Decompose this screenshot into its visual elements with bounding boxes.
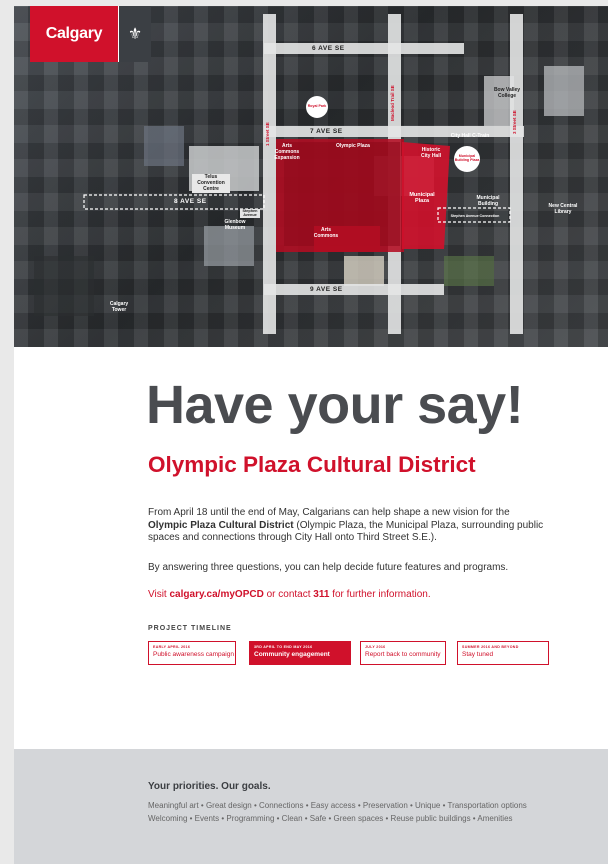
intro-p1-bold: Olympic Plaza Cultural District xyxy=(148,519,294,531)
footer: Your priorities. Our goals. Meaningful a… xyxy=(14,749,608,864)
label-ctrain: City Hall C-Train xyxy=(450,133,490,139)
street-1-st: 1 Street SE xyxy=(265,122,270,146)
street-7-ave: 7 AVE SE xyxy=(310,128,343,135)
phone-311: 311 xyxy=(313,589,330,600)
intro-p3: Visit calgary.ca/myOPCD or contact 311 f… xyxy=(148,589,548,602)
intro-p2: By answering three questions, you can he… xyxy=(148,562,509,573)
intro-p3-a: Visit xyxy=(148,589,167,600)
brand-name: Calgary xyxy=(45,25,103,42)
street-6-ave: 6 AVE SE xyxy=(312,45,345,52)
city-crest-icon: ⚜ xyxy=(118,6,151,62)
poster: Calgary ⚜ 6 AVE SE 7 AVE SE 8 AVE SE 9 A… xyxy=(14,6,608,864)
headline: Have your say! xyxy=(146,375,524,435)
bubble-municipal-plaza: Municipal Building Plaza xyxy=(454,146,480,172)
label-library: New Central Library xyxy=(548,203,578,215)
website-link[interactable]: calgary.ca/myOPCD xyxy=(170,589,264,600)
timeline-date: SUMMER 2016 AND BEYOND xyxy=(462,645,519,649)
calgary-logo: Calgary xyxy=(30,6,118,62)
timeline-label: Community engagement xyxy=(254,651,330,658)
label-arts-commons-expansion: Arts Commons Expansion xyxy=(274,143,300,161)
street-3-st: 3 Street SE xyxy=(512,110,517,134)
label-bow-valley: Bow Valley College xyxy=(493,87,521,99)
label-historic-city-hall: Historic City Hall xyxy=(420,147,441,159)
timeline-date: 3RD APRIL TO END MAY 2016 xyxy=(254,645,313,649)
timeline-date: EARLY APRIL 2016 xyxy=(153,645,191,649)
label-arts-commons: Arts Commons xyxy=(313,227,339,239)
street-macleod: Macleod Trail SE xyxy=(390,85,395,121)
timeline-label: Public awareness campaign xyxy=(153,651,234,658)
label-municipal-plaza: Municipal Plaza xyxy=(409,192,435,205)
street-8-ave: 8 AVE SE xyxy=(174,198,207,205)
label-glenbow: Glenbow Museum xyxy=(224,219,246,231)
timeline-date: JULY 2016 xyxy=(365,645,386,649)
intro-p1: From April 18 until the end of May, Calg… xyxy=(148,507,510,518)
bubble-royal-park: Royal Park xyxy=(306,96,328,118)
timeline-title: PROJECT TIMELINE xyxy=(148,625,232,632)
label-telus: Telus Convention Centre xyxy=(192,174,230,194)
footer-priorities: Meaningful art • Great design • Connecti… xyxy=(148,801,527,823)
label-stephen-ave-conn: Stephen Avenue Connection xyxy=(450,214,500,218)
aerial-map: Calgary ⚜ 6 AVE SE 7 AVE SE 8 AVE SE 9 A… xyxy=(14,6,608,347)
timeline-label: Stay tuned xyxy=(462,651,494,658)
intro-p3-b: or contact xyxy=(266,589,311,600)
timeline-step: SUMMER 2016 AND BEYOND Stay tuned xyxy=(457,641,549,665)
label-municipal-building: Municipal Building xyxy=(476,195,500,207)
street-9-ave: 9 AVE SE xyxy=(310,286,343,293)
label-stephen-ave: Stephen Avenue xyxy=(240,209,260,218)
label-calgary-tower: Calgary Tower xyxy=(109,301,129,313)
footer-heading: Your priorities. Our goals. xyxy=(148,781,271,792)
timeline-step: EARLY APRIL 2016 Public awareness campai… xyxy=(148,641,236,665)
timeline-label: Report back to community xyxy=(365,651,441,658)
intro-p3-c: for further information. xyxy=(332,589,431,600)
label-olympic-plaza: Olympic Plaza xyxy=(336,143,370,149)
timeline-step-active: 3RD APRIL TO END MAY 2016 Community enga… xyxy=(249,641,351,665)
subhead: Olympic Plaza Cultural District xyxy=(148,452,476,477)
timeline-step: JULY 2016 Report back to community xyxy=(360,641,446,665)
intro-paragraph: From April 18 until the end of May, Calg… xyxy=(148,507,548,545)
